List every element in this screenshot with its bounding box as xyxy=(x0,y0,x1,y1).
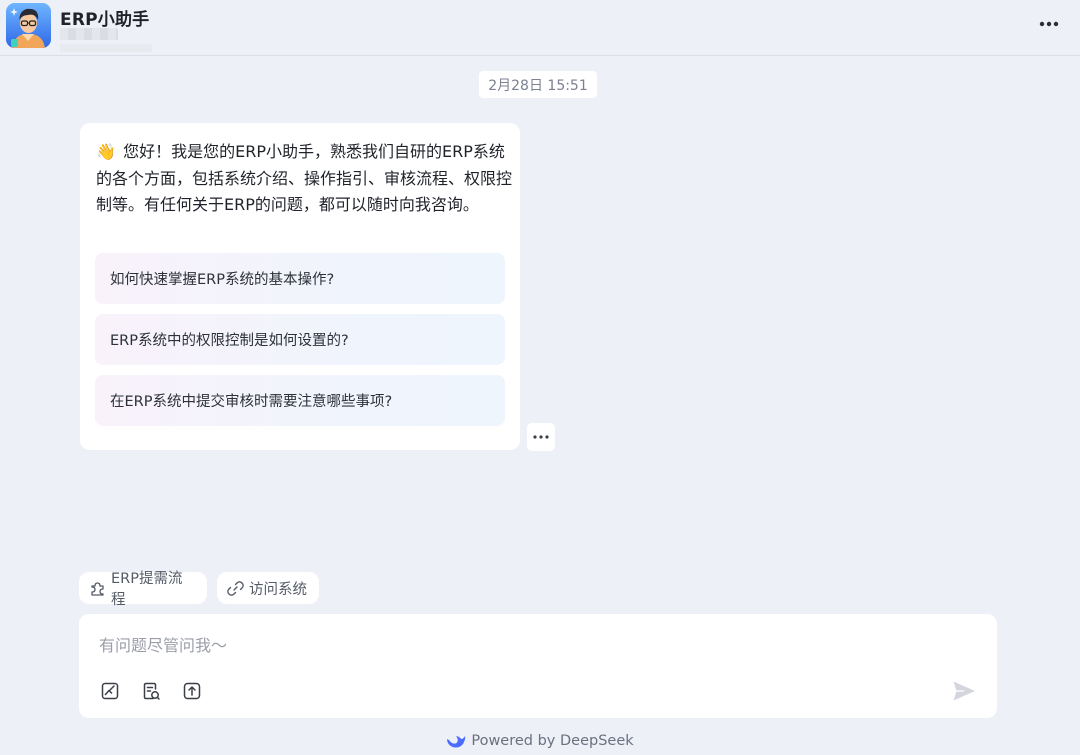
suggested-question[interactable]: 如何快速掌握ERP系统的基本操作? xyxy=(95,253,505,304)
send-icon xyxy=(953,681,975,701)
avatar-illustration xyxy=(6,3,51,48)
chat-app: ERP小助手 2月28日 15:51 👋 您好！我是您的ERP小助手，熟悉我们自… xyxy=(0,0,1080,755)
send-button[interactable] xyxy=(951,679,977,703)
chat-input-box xyxy=(79,614,997,718)
bot-subtitle-redacted-line xyxy=(60,44,152,52)
powered-by-footer: Powered by DeepSeek xyxy=(0,730,1080,752)
more-horizontal-icon xyxy=(1039,21,1059,27)
bot-name: ERP小助手 xyxy=(60,10,150,30)
more-options-button[interactable] xyxy=(1036,14,1062,34)
image-icon xyxy=(101,682,119,700)
message-more-button[interactable] xyxy=(527,423,555,451)
footer-text: Powered by DeepSeek xyxy=(471,733,634,749)
upload-document-button[interactable] xyxy=(140,680,162,702)
upload-file-button[interactable] xyxy=(181,680,203,702)
waving-hand-icon: 👋 xyxy=(96,142,116,161)
bot-subtitle-redacted xyxy=(60,28,118,40)
deepseek-logo-icon xyxy=(446,733,466,749)
message-input[interactable] xyxy=(99,632,919,658)
bot-avatar[interactable] xyxy=(6,3,51,48)
quick-action-erp-request-flow[interactable]: ERP提需流程 xyxy=(79,571,207,608)
document-icon xyxy=(143,682,160,700)
upload-image-button[interactable] xyxy=(99,680,121,702)
greeting-message: 👋 您好！我是您的ERP小助手，熟悉我们自研的ERP系统的各个方面，包括系统介绍… xyxy=(96,139,516,219)
quick-action-label: ERP提需流程 xyxy=(111,571,183,608)
greeting-text: 您好！我是您的ERP小助手，熟悉我们自研的ERP系统的各个方面，包括系统介绍、操… xyxy=(96,142,513,214)
more-horizontal-icon xyxy=(533,435,549,439)
chat-header: ERP小助手 xyxy=(0,0,1080,56)
suggested-question[interactable]: 在ERP系统中提交审核时需要注意哪些事项? xyxy=(95,375,505,426)
link-icon xyxy=(227,580,244,597)
upload-icon xyxy=(183,682,201,700)
message-timestamp: 2月28日 15:51 xyxy=(479,71,597,98)
quick-action-label: 访问系统 xyxy=(249,581,307,598)
bot-message-card: 👋 您好！我是您的ERP小助手，熟悉我们自研的ERP系统的各个方面，包括系统介绍… xyxy=(80,123,520,450)
puzzle-icon xyxy=(89,580,106,597)
suggested-question[interactable]: ERP系统中的权限控制是如何设置的? xyxy=(95,314,505,365)
quick-action-visit-system[interactable]: 访问系统 xyxy=(217,572,319,604)
